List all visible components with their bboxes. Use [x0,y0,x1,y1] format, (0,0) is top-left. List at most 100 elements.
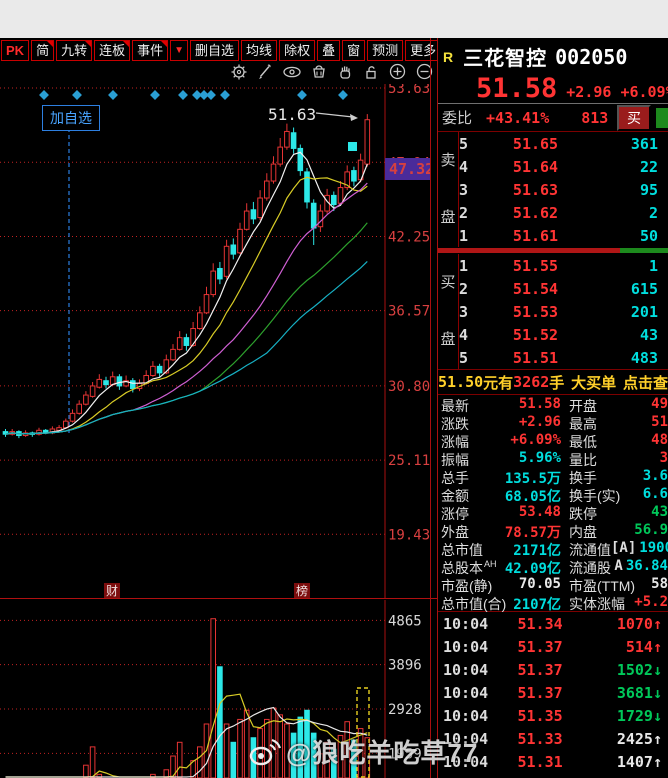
stat-value: 53.48 [518,505,561,520]
stat-value: [A]1900 [611,541,668,556]
stats-grid: 最新 51.58 开盘 49 涨跌 +2.96 最高 51 涨幅 +6.09% 最低 48 振幅 5.96… [438,395,668,613]
stat-label: 市盈(静) [441,578,493,594]
stat-value: 3.6 [642,469,668,484]
gear-icon[interactable] [230,63,248,81]
stat-label: 金额 [441,488,469,504]
bid-price: 51.55 [512,256,559,275]
toolbar-button-lianban[interactable]: 连板 [94,39,131,61]
stat-row: 涨跌 +2.96 最高 51 [438,415,668,433]
tick-price: 51.37 [517,637,563,656]
stat-label: 量比 [569,452,597,468]
sell-button[interactable] [656,107,668,128]
stat-label: 总股本AH [441,559,497,576]
trash-basket-icon[interactable] [310,63,328,81]
tick-time: 10:04 [443,683,489,702]
bid-row[interactable]: 5 51.51 483 [459,346,668,369]
bid-price: 51.53 [512,302,559,321]
zoom-in-icon[interactable] [388,62,407,81]
main-candlestick-chart[interactable]: 53.6347.9442.2536.5730.8025.1119.4351.63… [0,84,430,599]
weicha-value: 813 [581,108,609,127]
stat-label: 总手 [441,470,469,486]
weibi-label: 委比 [442,110,473,127]
rank-tab-badge[interactable]: 榜 [294,583,310,599]
ask-row[interactable]: 2 51.62 2 [459,201,668,224]
stat-label: 流通值 [569,542,611,558]
stat-value: 51 [651,415,668,430]
finance-tab-badge[interactable]: 财 [104,583,120,599]
tick-time: 10:04 [443,729,489,748]
bid-row[interactable]: 2 51.54 615 [459,277,668,300]
ask-row[interactable]: 4 51.64 22 [459,155,668,178]
tick-price: 51.31 [517,752,563,771]
last-price: 51.58 [476,73,558,104]
stat-value: 68.05亿 [504,489,561,505]
corner-notch [123,40,130,47]
stat-value: A 36.84 [614,559,668,574]
bid-price: 51.51 [512,348,559,367]
stat-value: 2107亿 [513,597,561,613]
stat-right: 换手 3.6 [566,469,668,487]
candles-group [2,114,371,439]
toolbar-button-jiuzhuan[interactable]: 九转 [56,39,93,61]
bid-row[interactable]: 3 51.53 201 [459,300,668,323]
ask-book: 卖盘 5 51.65 361 4 51.64 22 3 51.63 95 2 51.62 2 1 51.6… [438,132,668,247]
toolbar-button-yuce[interactable]: 预测 [367,39,404,61]
buy-button[interactable]: 买 [617,104,651,131]
pen-icon[interactable] [256,63,274,81]
add-watchlist-button[interactable]: 加自选 [42,105,100,131]
stat-row: 涨停 53.48 跌停 43 [438,505,668,523]
ask-price: 51.62 [512,203,559,222]
price-axis-label: 36.57 [388,304,430,320]
unlock-icon[interactable] [362,63,380,81]
toolbar-button-die[interactable]: 叠 [317,39,341,61]
toolbar-button-junxian[interactable]: 均线 [241,39,278,61]
big-order-alert[interactable]: 51.50 元有 3262 手 大买单 点击查 [438,369,668,395]
toolbar-button-pk[interactable]: PK [1,39,30,61]
hand-drag-icon[interactable] [336,63,354,81]
stat-row: 最新 51.58 开盘 49 [438,397,668,415]
high-price-label: 51.63 [268,105,316,124]
bid-row[interactable]: 4 51.52 43 [459,323,668,346]
stat-label: 最低 [569,434,597,450]
bid-price: 51.54 [512,279,559,298]
toolbar-button-dropdown-1[interactable]: ▼ [170,39,189,61]
tick-row: 10:04 51.37 514↑ [438,635,668,658]
tick-row: 10:04 51.34 1070↑ [438,612,668,635]
zoom-out-icon[interactable] [415,62,434,81]
ask-level: 2 [459,203,469,222]
volume-axis-label: 2928 [388,702,422,718]
ask-row[interactable]: 1 51.61 50 [459,224,668,247]
toolbar-button-shijian[interactable]: 事件 [132,39,169,61]
ask-level: 1 [459,226,469,245]
bid-book: 买盘 1 51.55 1 2 51.54 615 3 51.53 201 4 51.52 43 5 51.… [438,254,668,369]
toolbar-button-del-watchlist[interactable]: 删自选 [190,39,240,61]
stat-value: 5.96% [518,451,561,466]
stat-label: 振幅 [441,452,469,468]
stat-label: 换手 [569,470,597,486]
corner-notch [161,40,168,47]
stat-row: 外盘 78.57万 内盘 56.9 [438,523,668,541]
bid-row[interactable]: 1 51.55 1 [459,254,668,277]
stat-row: 总股本AH 42.09亿 流通股 A 36.84 [438,559,668,577]
toolbar-button-chuquan[interactable]: 除权 [279,39,316,61]
stat-right: 开盘 49 [566,397,668,415]
stat-label: 市盈(TTM) [569,578,636,594]
toolbar-button-jian[interactable]: 简 [31,39,55,61]
ask-volume: 95 [639,180,658,199]
tick-price: 51.37 [517,683,563,702]
toolbar-button-chuang[interactable]: 窗 [342,39,366,61]
tick-volume: 1070↑ [616,614,662,633]
eye-icon[interactable] [282,63,302,81]
ask-row[interactable]: 5 51.65 361 [459,132,668,155]
stat-right: 流通股 A 36.84 [566,559,668,577]
ask-row[interactable]: 3 51.63 95 [459,178,668,201]
tick-volume: 3681↓ [616,683,662,702]
quote-header: R 三花智控 002050 51.58 +2.96 +6.09% 陆 [438,38,668,104]
volume-bar-chart[interactable]: 4865 3896 2928 1959 [0,600,430,778]
tick-price: 51.34 [517,614,563,633]
toolbar-button-gengduo[interactable]: 更多 [405,39,442,61]
stat-value: 43 [651,505,668,520]
stat-left: 涨跌 +2.96 [438,415,566,433]
stat-row: 涨幅 +6.09% 最低 48 [438,433,668,451]
stat-right: 跌停 43 [566,505,668,523]
